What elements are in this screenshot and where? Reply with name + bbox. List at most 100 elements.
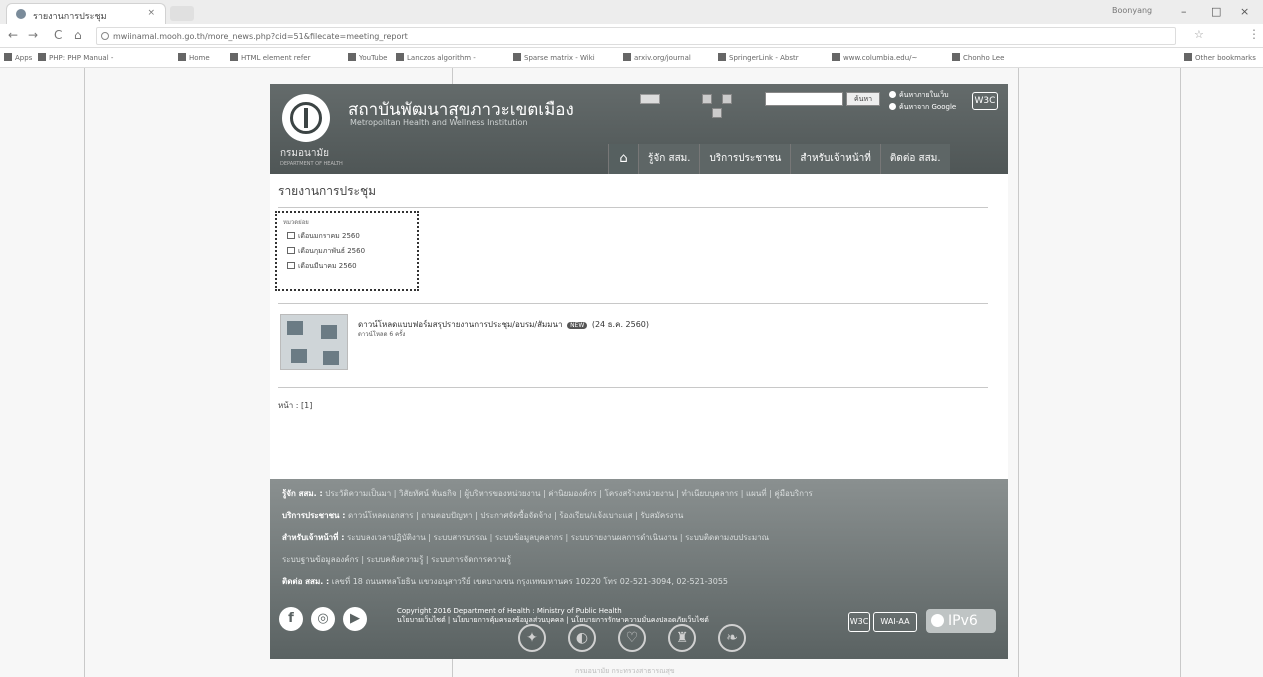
bookmark-icon: [38, 53, 46, 61]
home-nav-icon[interactable]: ⌂: [608, 144, 638, 174]
nav-about[interactable]: รู้จัก สสม.: [638, 144, 700, 174]
apps-icon: [4, 53, 12, 61]
bookmark-item[interactable]: SpringerLink - Abstr: [718, 53, 799, 62]
folder-icon: [287, 232, 295, 239]
url-input[interactable]: mwiinamal.mooh.go.th/more_news.php?cid=5…: [96, 27, 1176, 45]
youtube-icon: [348, 53, 356, 61]
radio-icon: [889, 103, 896, 110]
w3c-badge[interactable]: W3C: [972, 92, 998, 110]
bookmark-item[interactable]: HTML element refer: [230, 53, 310, 62]
back-button[interactable]: ←: [8, 28, 18, 42]
footer-staff-2: ระบบฐานข้อมูลองค์กร | ระบบคลังความรู้ | …: [282, 555, 511, 564]
bookmark-icon: [952, 53, 960, 61]
bookmark-item[interactable]: www.columbia.edu/~: [832, 53, 917, 62]
folder-icon: [287, 247, 295, 254]
bookmarks-bar: Apps PHP: PHP Manual - Home HTML element…: [0, 48, 1263, 68]
background-line: [1018, 68, 1019, 677]
bookmark-item[interactable]: Lanczos algorithm -: [396, 53, 476, 62]
pagination[interactable]: หน้า : [1]: [278, 399, 312, 412]
close-window-button[interactable]: ×: [1240, 5, 1249, 18]
footer-public: บริการประชาชน : ดาวน์โหลดเอกสาร | ถามตอบ…: [282, 511, 684, 520]
background-line: [1180, 68, 1181, 677]
footer-contact: ติดต่อ สสม. : เลขที่ 18 ถนนพหลโยธิน แขวง…: [282, 577, 729, 586]
font-larger-icon[interactable]: [702, 94, 712, 104]
folder-icon: [287, 262, 295, 269]
bookmark-item[interactable]: YouTube: [348, 53, 387, 62]
maximize-button[interactable]: □: [1211, 5, 1221, 18]
profile-name[interactable]: Boonyang: [1112, 6, 1152, 15]
minimize-button[interactable]: –: [1181, 5, 1187, 18]
bookmark-star-icon[interactable]: ☆: [1194, 28, 1204, 41]
leaf-icon[interactable]: ❧: [718, 624, 746, 652]
radio-google-search[interactable]: ค้นหาจาก Google: [889, 102, 956, 113]
camera-icon[interactable]: ◎: [311, 607, 335, 631]
wikipedia-icon: [513, 53, 521, 61]
site-logo[interactable]: [282, 94, 330, 142]
nav-contact[interactable]: ติดต่อ สสม.: [879, 144, 950, 174]
bookmark-icon: [623, 53, 631, 61]
page-viewport: สถาบันพัฒนาสุขภาวะเขตเมือง Metropolitan …: [0, 68, 1263, 677]
radio-icon: [889, 91, 896, 98]
folder-icon: [1184, 53, 1192, 61]
department-logo[interactable]: กรมอนามัย DEPARTMENT OF HEALTH: [280, 146, 343, 167]
tab-title: รายงานการประชุม: [33, 12, 107, 22]
forward-button[interactable]: →: [28, 28, 38, 42]
runner-icon[interactable]: ✦: [518, 624, 546, 652]
bookmark-icon: [718, 53, 726, 61]
page-favicon-icon: [16, 9, 26, 19]
subcategory-item[interactable]: เดือนกุมภาพันธ์ 2560: [287, 246, 411, 257]
url-text: mwiinamal.mooh.go.th/more_news.php?cid=5…: [113, 32, 408, 41]
subcategory-item[interactable]: เดือนมกราคม 2560: [287, 231, 411, 242]
divider: [278, 207, 988, 208]
emblem-icon: [290, 102, 322, 134]
other-bookmarks[interactable]: Other bookmarks: [1184, 53, 1256, 62]
subcategory-label: หมวดย่อย: [283, 219, 309, 226]
document-thumbnail[interactable]: [280, 314, 348, 370]
home-button[interactable]: ⌂: [74, 28, 82, 42]
nav-staff[interactable]: สำหรับเจ้าหน้าที่: [790, 144, 880, 174]
browser-tab[interactable]: รายงานการประชุม ×: [6, 3, 166, 24]
bookmark-item[interactable]: Home: [178, 53, 210, 62]
bookmark-icon: [230, 53, 238, 61]
divider: [278, 387, 988, 388]
food-icon[interactable]: ◐: [568, 624, 596, 652]
site-header: สถาบันพัฒนาสุขภาวะเขตเมือง Metropolitan …: [270, 84, 1008, 174]
site-page: สถาบันพัฒนาสุขภาวะเขตเมือง Metropolitan …: [270, 84, 1008, 659]
bookmark-item[interactable]: arxiv.org/journal: [623, 53, 691, 62]
new-tab-button[interactable]: [170, 6, 194, 21]
divider: [278, 303, 988, 304]
font-smaller-icon[interactable]: [712, 108, 722, 118]
search-input[interactable]: [765, 92, 843, 106]
bookmark-item[interactable]: Apps: [4, 53, 32, 62]
bookmark-item[interactable]: Sparse matrix - Wiki: [513, 53, 595, 62]
subcategory-item[interactable]: เดือนมีนาคม 2560: [287, 261, 411, 272]
english-flag-icon[interactable]: [640, 94, 660, 104]
wikipedia-icon: [396, 53, 404, 61]
site-subtitle: Metropolitan Health and Wellness Institu…: [350, 118, 528, 127]
close-tab-icon[interactable]: ×: [147, 8, 155, 18]
bookmark-icon: [832, 53, 840, 61]
ipv6-badge: IPv6: [926, 609, 996, 633]
download-count: ดาวน์โหลด 6 ครั้ง: [358, 331, 406, 338]
new-badge: NEW: [567, 322, 588, 329]
w3c-footer-badge[interactable]: W3C: [848, 612, 870, 632]
bookmark-item[interactable]: Chonho Lee: [952, 53, 1004, 62]
bookmark-item[interactable]: PHP: PHP Manual -: [38, 53, 113, 62]
radio-site-search[interactable]: ค้นหาภายในเว็บ: [889, 90, 949, 101]
browser-menu-icon[interactable]: ⋮: [1248, 27, 1260, 41]
tooth-icon[interactable]: ♜: [668, 624, 696, 652]
info-icon[interactable]: [101, 32, 109, 40]
facebook-icon[interactable]: f: [279, 607, 303, 631]
youtube-icon[interactable]: ▶: [343, 607, 367, 631]
background-line: [84, 68, 85, 677]
footer-staff: สำหรับเจ้าหน้าที่ : ระบบลงเวลาปฏิบัติงาน…: [282, 533, 770, 542]
font-default-icon[interactable]: [722, 94, 732, 104]
wai-aa-badge[interactable]: WAI-AA: [873, 612, 917, 632]
bookmark-icon: [178, 53, 186, 61]
main-nav: ⌂ รู้จัก สสม. บริการประชาชน สำหรับเจ้าหน…: [608, 144, 950, 174]
reload-button[interactable]: C: [54, 28, 62, 42]
search-button[interactable]: ค้นหา: [846, 92, 880, 106]
nav-public-service[interactable]: บริการประชาชน: [699, 144, 791, 174]
footer-about: รู้จัก สสม. : ประวัติความเป็นมา | วิสัยท…: [282, 489, 813, 498]
heart-icon[interactable]: ♡: [618, 624, 646, 652]
